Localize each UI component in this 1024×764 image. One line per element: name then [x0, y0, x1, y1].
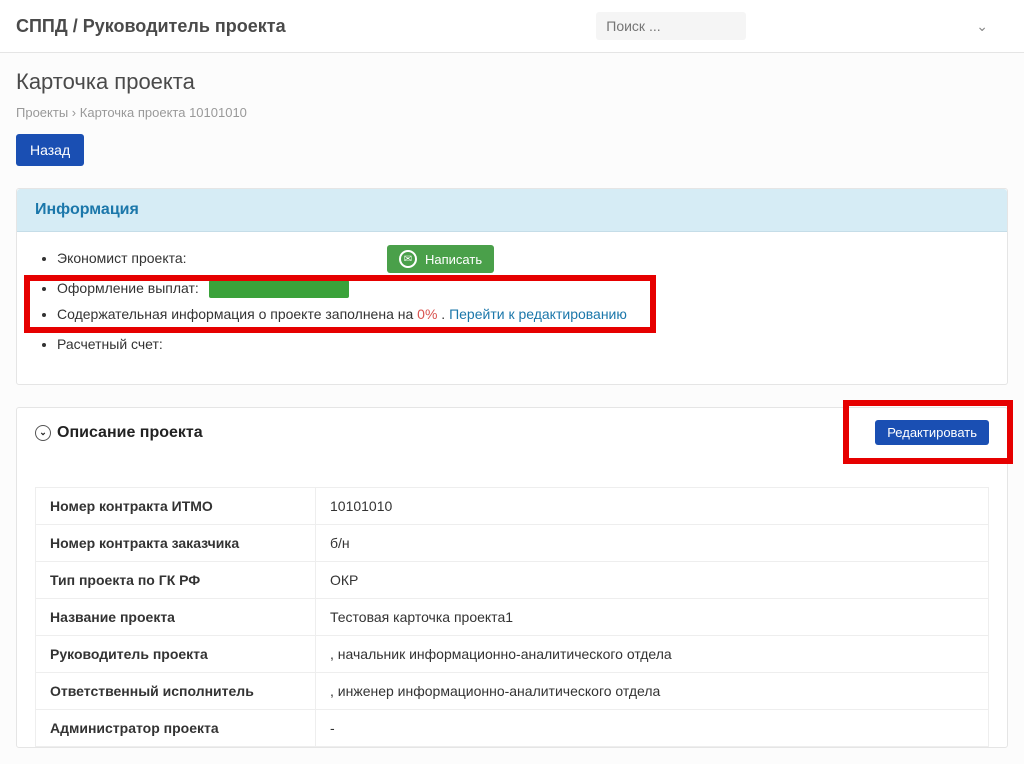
chevron-down-circle-icon: ⌄	[35, 425, 51, 441]
row-value: ОКР	[316, 562, 989, 599]
completion-percent: 0%	[417, 306, 437, 322]
info-panel-title: Информация	[17, 189, 1007, 232]
breadcrumb-current: Карточка проекта 10101010	[80, 105, 247, 120]
row-key: Номер контракта ИТМО	[36, 488, 316, 525]
info-item-payments: Оформление выплат:	[57, 280, 985, 298]
description-title-wrap[interactable]: ⌄ Описание проекта	[35, 424, 203, 442]
row-key: Тип проекта по ГК РФ	[36, 562, 316, 599]
topbar: СППД / Руководитель проекта ⌄	[0, 0, 1024, 53]
description-title: Описание проекта	[57, 424, 203, 442]
table-row: Название проектаТестовая карточка проект…	[36, 599, 989, 636]
info-panel-body: ✉ Написать Экономист проекта: Оформление…	[17, 232, 1007, 384]
chevron-down-icon[interactable]: ⌄	[976, 18, 988, 35]
info-panel: Информация ✉ Написать Экономист проекта:…	[16, 188, 1008, 385]
table-row: Номер контракта заказчикаб/н	[36, 525, 989, 562]
row-value: , инженер информационно-аналитического о…	[316, 673, 989, 710]
write-button-label: Написать	[425, 252, 482, 267]
row-key: Администратор проекта	[36, 710, 316, 747]
back-button[interactable]: Назад	[16, 134, 84, 166]
row-value: -	[316, 710, 989, 747]
search-input[interactable]	[596, 12, 746, 40]
details-tbody: Номер контракта ИТМО10101010Номер контра…	[36, 488, 989, 747]
table-row: Руководитель проекта, начальник информац…	[36, 636, 989, 673]
description-head: ⌄ Описание проекта Редактировать	[17, 408, 1007, 457]
row-key: Название проекта	[36, 599, 316, 636]
write-button[interactable]: ✉ Написать	[387, 245, 494, 273]
description-panel: ⌄ Описание проекта Редактировать Номер к…	[16, 407, 1008, 748]
message-icon: ✉	[399, 250, 417, 268]
goto-edit-link[interactable]: Перейти к редактированию	[449, 306, 627, 322]
breadcrumb-root[interactable]: Проекты	[16, 105, 68, 120]
table-row: Номер контракта ИТМО10101010	[36, 488, 989, 525]
app-title: СППД / Руководитель проекта	[16, 16, 286, 37]
table-row: Администратор проекта-	[36, 710, 989, 747]
row-key: Номер контракта заказчика	[36, 525, 316, 562]
details-table: Номер контракта ИТМО10101010Номер контра…	[35, 487, 989, 747]
edit-button[interactable]: Редактировать	[875, 420, 989, 445]
table-row: Тип проекта по ГК РФОКР	[36, 562, 989, 599]
breadcrumb-sep: ›	[72, 105, 76, 120]
info-list: ✉ Написать Экономист проекта: Оформление…	[39, 250, 985, 352]
row-value: б/н	[316, 525, 989, 562]
payments-badge	[209, 280, 349, 298]
info-item-content: Содержательная информация о проекте запо…	[57, 306, 985, 322]
row-key: Руководитель проекта	[36, 636, 316, 673]
content-area: Карточка проекта Проекты › Карточка прое…	[0, 53, 1024, 764]
row-key: Ответственный исполнитель	[36, 673, 316, 710]
row-value: Тестовая карточка проекта1	[316, 599, 989, 636]
breadcrumb: Проекты › Карточка проекта 10101010	[16, 105, 1008, 120]
info-item-account: Расчетный счет:	[57, 336, 985, 352]
row-value: , начальник информационно-аналитического…	[316, 636, 989, 673]
page-title: Карточка проекта	[16, 69, 1008, 95]
table-row: Ответственный исполнитель, инженер инфор…	[36, 673, 989, 710]
info-item-economist: Экономист проекта:	[57, 250, 985, 266]
row-value: 10101010	[316, 488, 989, 525]
